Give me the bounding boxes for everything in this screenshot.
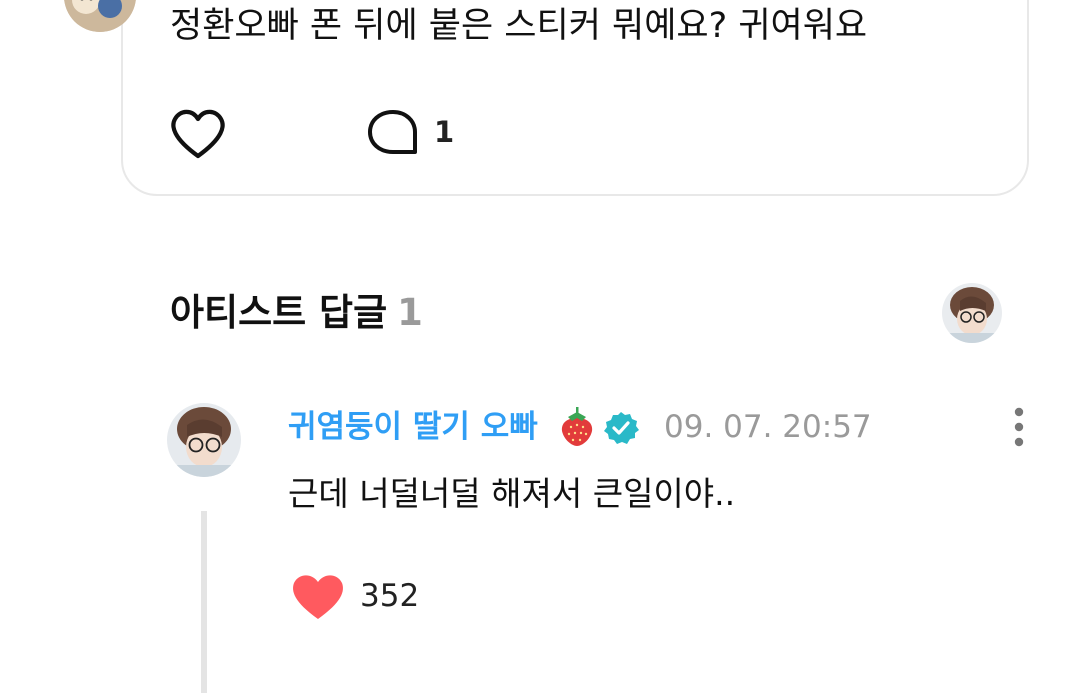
strawberry-emoji-icon — [558, 406, 596, 448]
artist-avatar[interactable] — [942, 283, 1002, 343]
heart-outline-icon — [171, 109, 225, 159]
reply-like-button[interactable] — [290, 572, 346, 622]
comment-bubble-icon — [368, 110, 417, 154]
reply-like-count: 352 — [360, 578, 420, 614]
reply-text: 근데 너덜너덜 해져서 큰일이야.. — [288, 474, 736, 513]
artist-replies-heading: 아티스트 답글 1 — [170, 290, 423, 336]
reply-thread-line — [201, 511, 207, 693]
reply-author-name[interactable]: 귀염둥이 딸기 오빠 — [288, 406, 538, 448]
heart-filled-icon — [293, 575, 343, 619]
comment-count: 1 — [434, 115, 455, 149]
reply-author-avatar[interactable] — [167, 403, 241, 477]
more-vertical-icon — [1014, 407, 1024, 447]
comment-button[interactable] — [365, 108, 421, 160]
more-options-button[interactable] — [1006, 406, 1032, 450]
like-button[interactable] — [167, 106, 229, 162]
post-text: 정환오빠 폰 뒤에 붙은 스티커 뭐예요? 귀여워요 — [170, 6, 868, 46]
reply-timestamp: 09. 07. 20:57 — [664, 409, 872, 445]
verified-badge-icon — [603, 410, 639, 446]
artist-replies-title: 아티스트 답글 — [170, 291, 388, 334]
page: 정환오빠 폰 뒤에 붙은 스티커 뭐예요? 귀여워요 1 아티스트 답글 1 귀… — [0, 0, 1080, 693]
artist-replies-count: 1 — [397, 291, 423, 334]
